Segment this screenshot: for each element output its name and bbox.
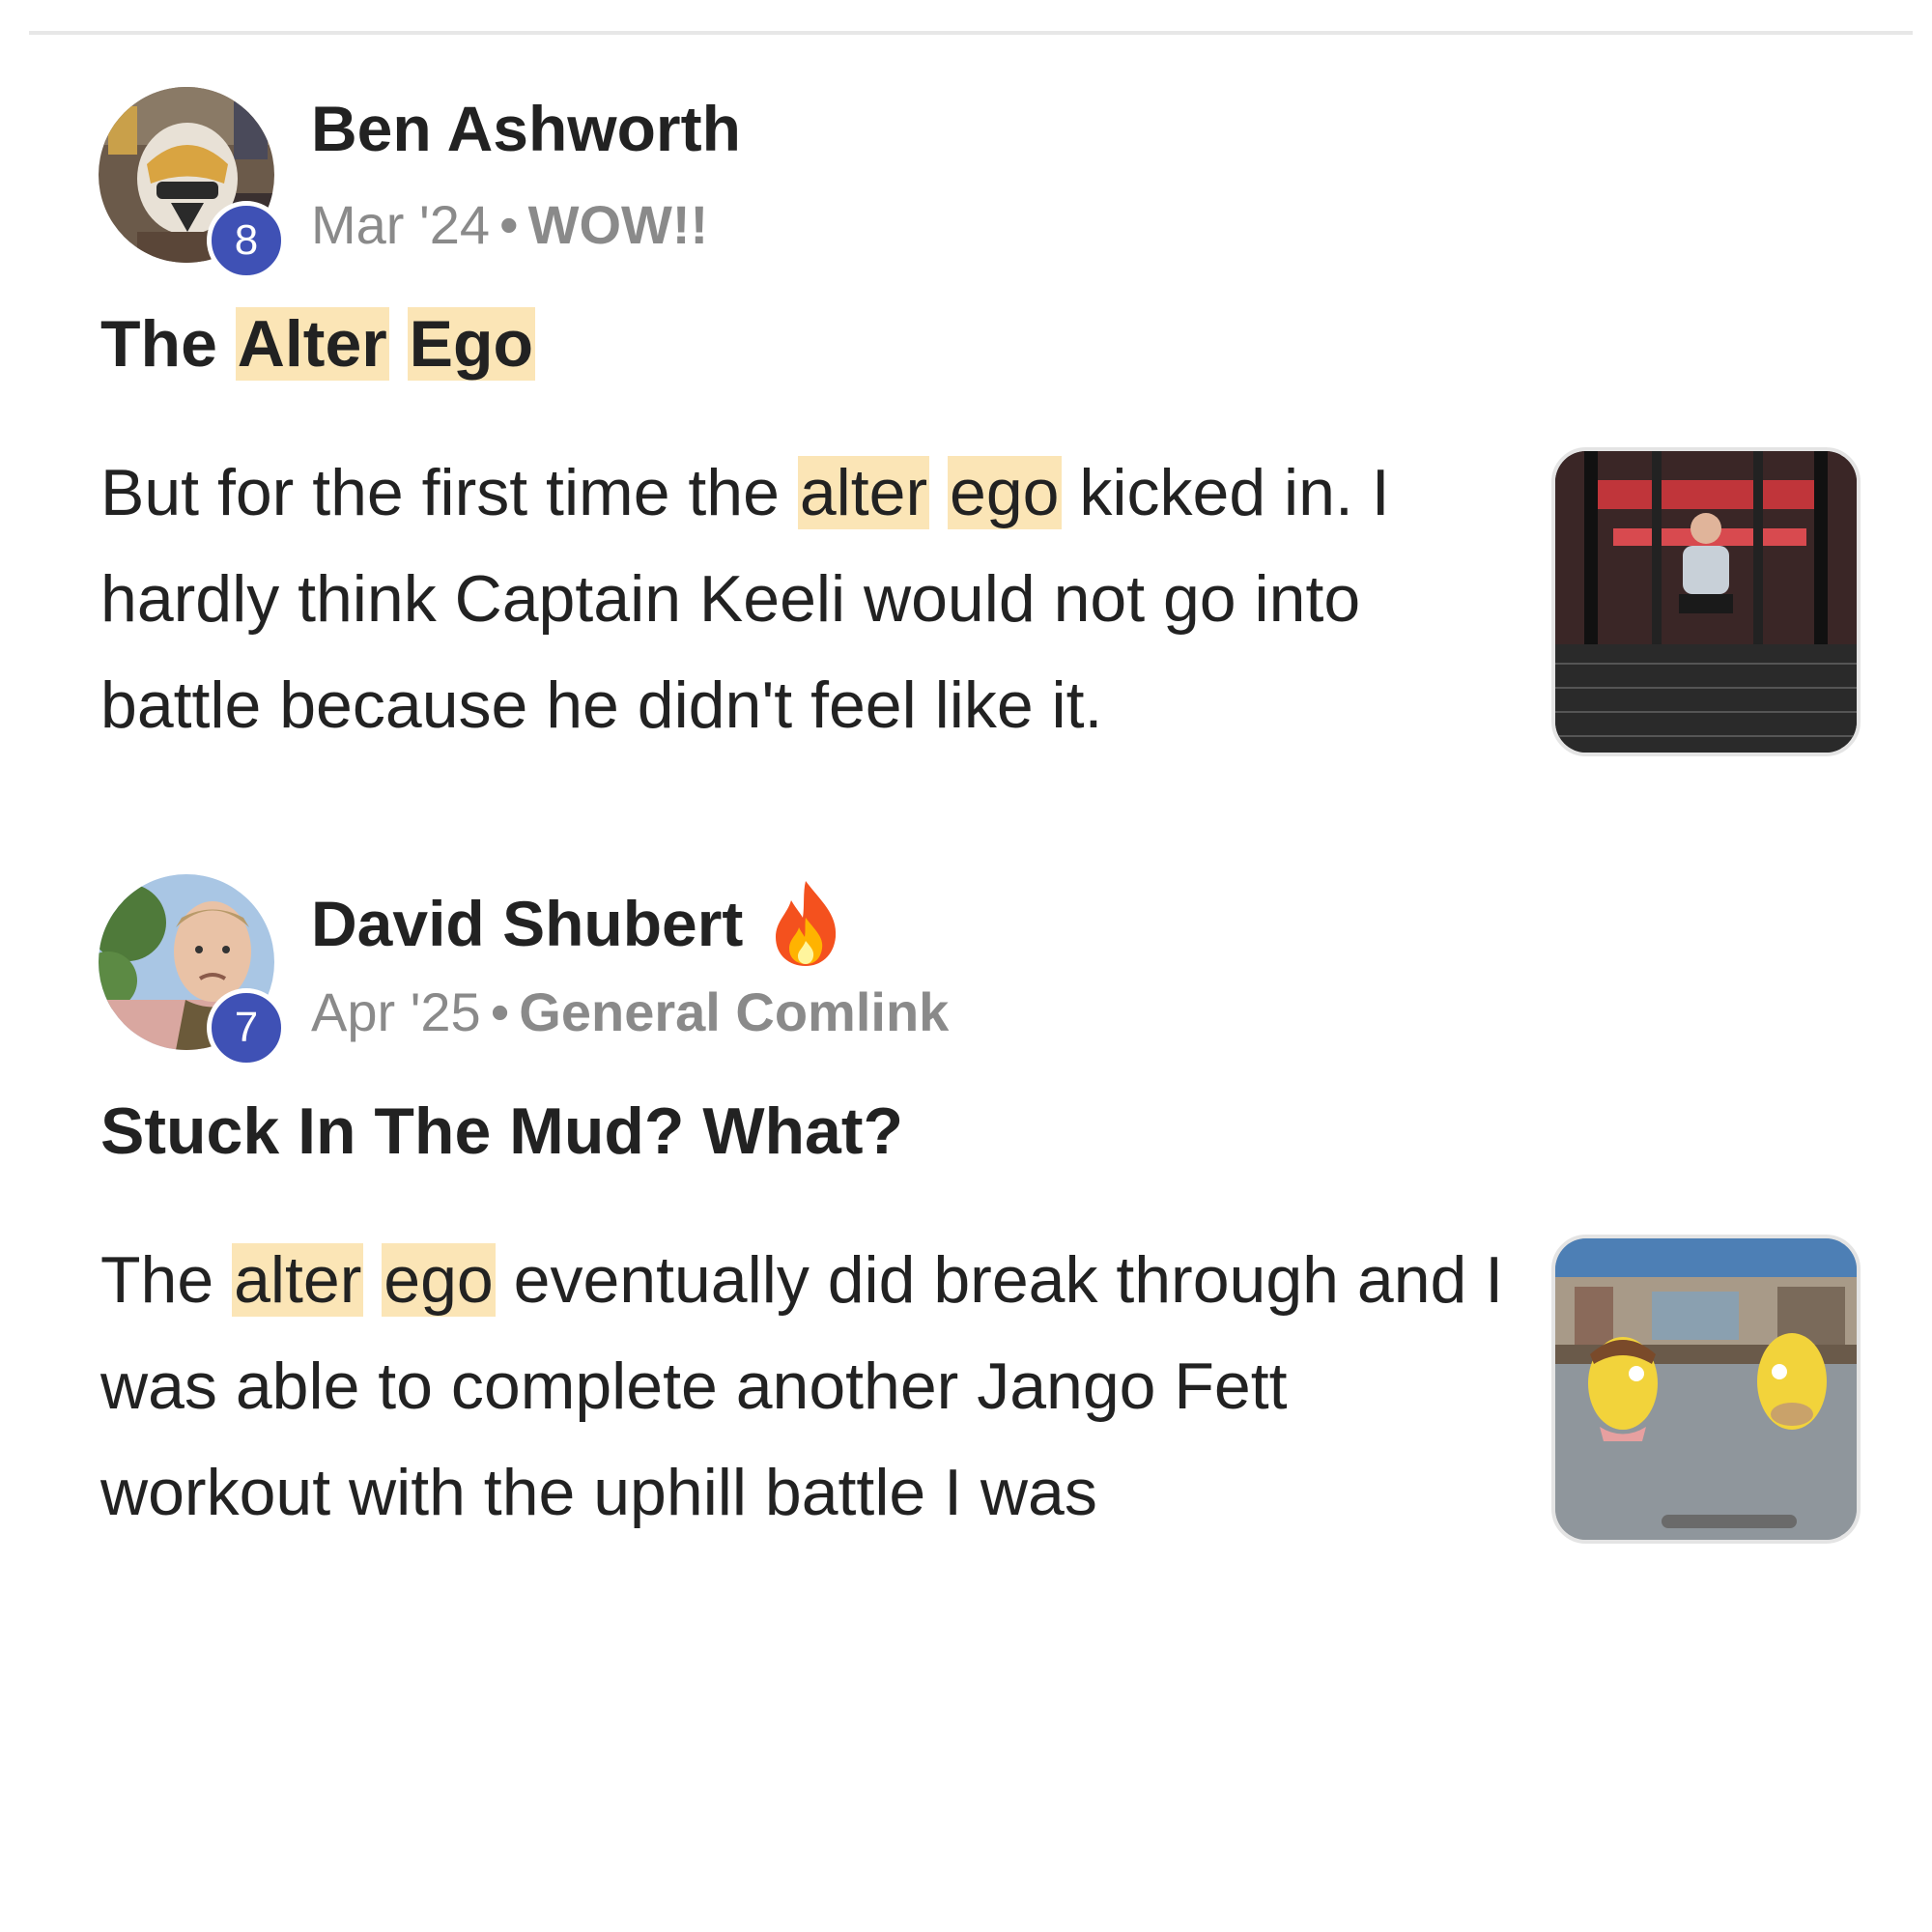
post-title[interactable]: The Alter Ego [100, 306, 536, 382]
author-name[interactable]: David Shubert [311, 879, 841, 968]
search-highlight: alter [232, 1243, 364, 1317]
title-text: The [100, 307, 236, 381]
post-category[interactable]: General Comlink [519, 981, 949, 1042]
meta-separator: • [490, 981, 510, 1042]
author-name[interactable]: Ben Ashworth [311, 92, 741, 165]
level-badge: 8 [207, 201, 286, 280]
post-meta: Mar '24 • WOW!! [311, 193, 708, 256]
search-highlight: Alter [235, 307, 389, 381]
post-excerpt[interactable]: But for the first time the alter ego kic… [100, 440, 1520, 758]
post-excerpt[interactable]: The alter ego eventually did break throu… [100, 1227, 1520, 1546]
post-date[interactable]: Apr '25 [311, 981, 481, 1042]
meta-separator: • [498, 194, 519, 255]
author-name-text[interactable]: David Shubert [311, 887, 743, 960]
level-badge: 7 [207, 988, 286, 1067]
post-category[interactable]: WOW!! [528, 194, 709, 255]
excerpt-text [363, 1243, 382, 1317]
post-meta: Apr '25 • General Comlink [311, 980, 949, 1043]
excerpt-text [929, 456, 948, 529]
top-divider [29, 31, 1913, 35]
author-avatar[interactable]: 7 [99, 874, 286, 1067]
search-highlight: alter [797, 456, 930, 529]
gym-mirror-selfie-thumbnail[interactable] [1551, 447, 1861, 756]
search-highlight: ego [382, 1243, 496, 1317]
title-text [389, 307, 408, 381]
excerpt-text: But for the first time the [100, 456, 798, 529]
excerpt-text: The [100, 1243, 233, 1317]
post-date[interactable]: Mar '24 [311, 194, 490, 255]
post-title[interactable]: Stuck In The Mud? What? [100, 1094, 903, 1169]
author-name-text[interactable]: Ben Ashworth [311, 92, 741, 165]
search-highlight: Ego [407, 307, 536, 381]
cartoon-characters-thumbnail[interactable] [1551, 1235, 1861, 1544]
search-highlight: ego [948, 456, 1062, 529]
flame-icon [770, 879, 841, 968]
author-avatar[interactable]: 8 [99, 87, 286, 280]
